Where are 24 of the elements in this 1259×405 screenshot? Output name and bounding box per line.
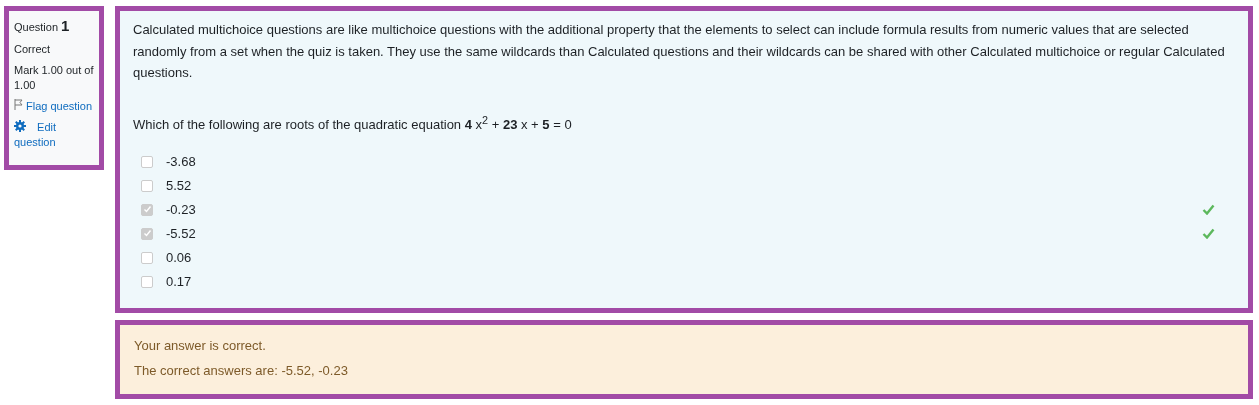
answer-checkbox[interactable] bbox=[141, 227, 153, 240]
flag-question-link[interactable]: Flag question bbox=[26, 100, 93, 112]
answer-label: 0.06 bbox=[166, 250, 192, 266]
answer-label: 5.52 bbox=[166, 178, 192, 194]
question-prompt: Which of the following are roots of the quadratic equation 4 x$^{2}$ + 23 x + 5 = 0 bbox=[133, 113, 573, 132]
answer-label: -5.52 bbox=[166, 226, 196, 242]
question-intro: Calculated multichoice questions are like multichoice questions with the additional property that the elements to select can include formula results from numeric values that are selected randomly from a set when the quiz is taken. They use the same wildcards than Calculated questions and their wildcards can be shared with other Calculated multichoice or regular Calculated questions. bbox=[133, 21, 1226, 82]
answer-checkbox[interactable] bbox=[141, 179, 153, 192]
answer-label: 0.17 bbox=[166, 274, 192, 290]
feedback-text: Your answer is correct. bbox=[134, 338, 267, 353]
question-state: Correct bbox=[14, 42, 52, 57]
answer-label: -0.23 bbox=[166, 202, 196, 218]
answer-checkbox[interactable] bbox=[141, 251, 153, 264]
settings-icon[interactable] bbox=[14, 120, 26, 132]
feedback-text: The correct answers are: -5.52, -0.23 bbox=[134, 363, 349, 378]
edit-question-link[interactable]: Edit question bbox=[14, 120, 94, 150]
answer-checkbox[interactable] bbox=[141, 155, 153, 168]
answer-checkbox[interactable] bbox=[141, 203, 153, 216]
question-mark: Mark 1.00 out of 1.00 bbox=[14, 63, 94, 93]
answer-label: -3.68 bbox=[166, 154, 196, 170]
question-number: 1 bbox=[61, 17, 70, 34]
flag-icon[interactable] bbox=[14, 99, 23, 110]
answer-checkbox[interactable] bbox=[141, 275, 153, 288]
question-label: Question bbox=[14, 21, 59, 33]
